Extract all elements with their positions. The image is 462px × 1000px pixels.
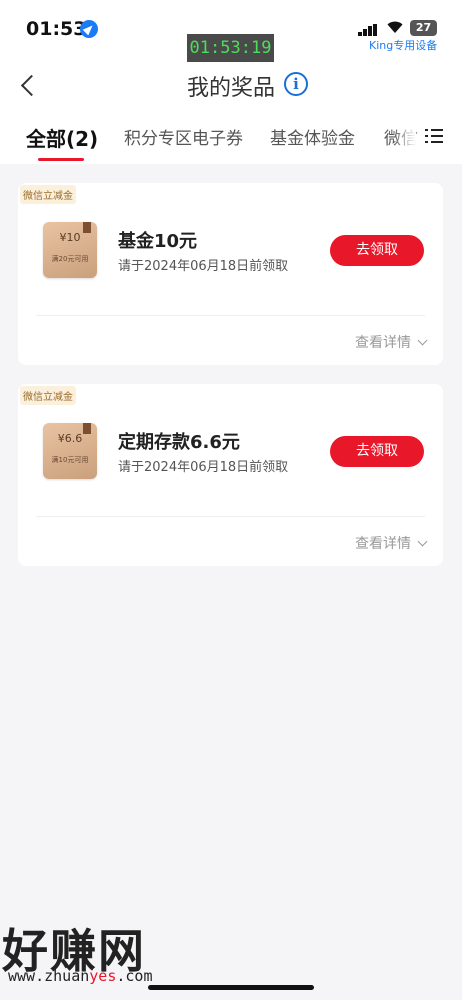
chevron-down-icon xyxy=(417,536,428,547)
coupon-amount: ¥10 xyxy=(59,231,81,244)
status-time: 01:53 xyxy=(26,18,87,40)
watermark-url: www.zhuanyes.com xyxy=(8,967,153,985)
home-indicator[interactable] xyxy=(148,985,314,990)
card-tag: 微信立减金 xyxy=(20,386,76,405)
prize-deadline: 请于2024年06月18日前领取 xyxy=(118,259,289,274)
prize-card: 微信立减金 ¥10 满20元可用 基金10元 请于2024年06月18日前领取 … xyxy=(18,183,443,365)
tab-points-coupons[interactable]: 积分专区电子券 xyxy=(124,124,243,149)
signal-icon xyxy=(358,24,378,36)
coupon-condition: 满20元可用 xyxy=(51,255,89,263)
details-label: 查看详情 xyxy=(355,335,411,351)
tab-bar: 全部(2) 积分专区电子券 基金体验金 微信 xyxy=(0,112,462,164)
coupon-icon: ¥10 满20元可用 xyxy=(43,222,97,278)
coupon-condition: 满10元可用 xyxy=(51,456,89,464)
chevron-down-icon xyxy=(417,335,428,346)
tab-fund-trial[interactable]: 基金体验金 xyxy=(270,124,355,149)
claim-button[interactable]: 去领取 xyxy=(330,235,424,266)
coupon-icon: ¥6.6 满10元可用 xyxy=(43,423,97,479)
info-icon[interactable]: i xyxy=(284,72,308,96)
claim-button[interactable]: 去领取 xyxy=(330,436,424,467)
prize-name: 基金10元 xyxy=(118,231,198,252)
status-bar: 01:53 01:53:19 27 King专用设备 xyxy=(0,0,462,63)
card-tag: 微信立减金 xyxy=(20,185,76,204)
divider xyxy=(36,516,425,517)
view-details-link[interactable]: 查看详情 xyxy=(355,533,428,553)
page-title: 我的奖品 xyxy=(186,76,275,101)
prize-name: 定期存款6.6元 xyxy=(118,432,240,453)
wifi-icon xyxy=(386,20,404,38)
divider xyxy=(36,315,425,316)
nav-header: 我的奖品 i xyxy=(0,62,462,112)
device-label: King专用设备 xyxy=(369,39,438,52)
battery-icon: 27 xyxy=(410,20,437,36)
view-details-link[interactable]: 查看详情 xyxy=(355,332,428,352)
details-label: 查看详情 xyxy=(355,536,411,552)
prize-deadline: 请于2024年06月18日前领取 xyxy=(118,460,289,475)
menu-icon[interactable] xyxy=(425,128,443,144)
active-tab-indicator xyxy=(38,158,84,161)
coupon-amount: ¥6.6 xyxy=(57,432,83,445)
tab-all[interactable]: 全部(2) xyxy=(26,123,98,152)
clock-overlay: 01:53:19 xyxy=(187,34,274,63)
location-arrow-icon xyxy=(80,20,98,38)
prize-card: 微信立减金 ¥6.6 满10元可用 定期存款6.6元 请于2024年06月18日… xyxy=(18,384,443,566)
